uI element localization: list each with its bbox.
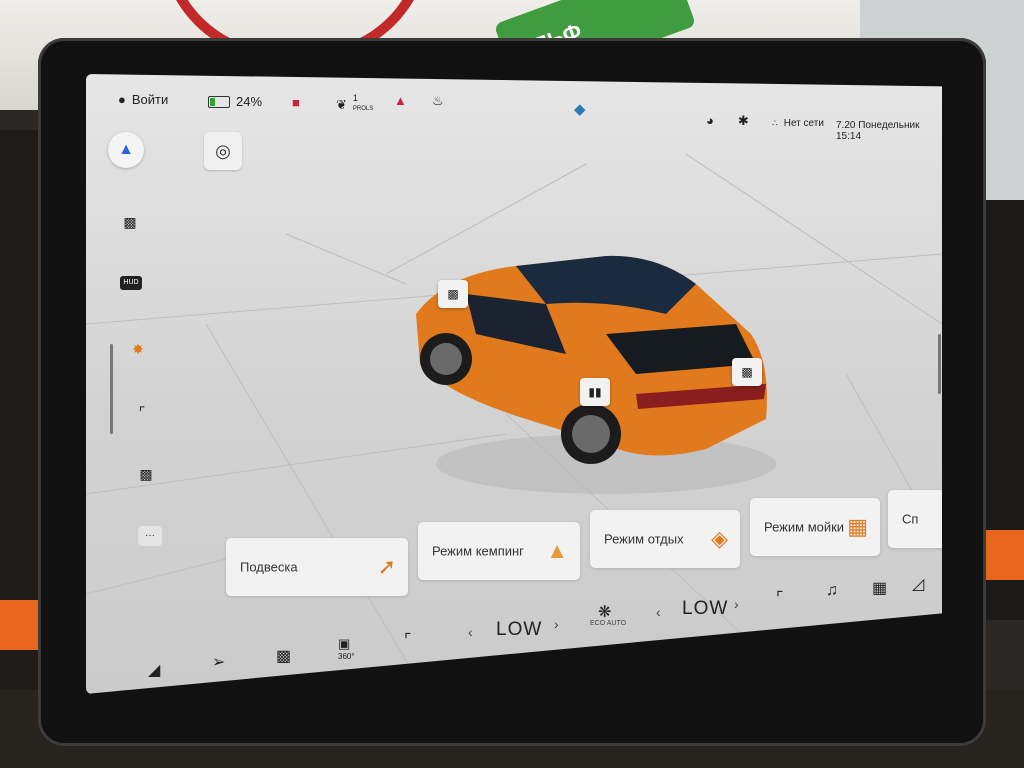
sidebar-item-seat[interactable]: ⌜ (130, 402, 154, 422)
home-icon: ◢ (148, 662, 161, 679)
focus-target-icon: ◎ (215, 141, 231, 161)
seat-left-button[interactable]: ⌜ (404, 630, 412, 650)
datetime-label: 7.20 Понедельник 15:14 (836, 120, 920, 142)
fan-left-decrease[interactable]: ‹ (468, 624, 473, 640)
no-network-icon: ∴ (772, 118, 778, 128)
app-center[interactable]: ◆ (574, 102, 586, 117)
tent-icon: ▲ (546, 538, 568, 563)
network-label: Нет сети (783, 118, 824, 129)
card-wash-mode[interactable]: Режим мойки ▦ (750, 498, 880, 556)
seat-icon: ⌜ (138, 404, 146, 420)
drive-mode-button[interactable]: ➢ (212, 652, 225, 672)
battery-status: 24% (208, 94, 262, 109)
network-status: ∴ Нет сети (772, 118, 824, 129)
fan-icon: ❋ (598, 604, 612, 621)
user-login[interactable]: ● Войти (118, 92, 168, 107)
infotainment-screen: ● Войти 24% ■ ❦ 1 PROLS ▲ ♨ ◆ ◕ ✱ ∴ Нет … (86, 74, 942, 694)
hotspot-trunk[interactable]: ▩ (732, 358, 762, 386)
car-icon: ▩ (276, 648, 292, 665)
card-label: Подвеска (240, 559, 298, 575)
bluetooth-icon: ✱ (737, 113, 749, 128)
car-door-icon: ▩ (447, 287, 459, 301)
more-icon: ··· (145, 530, 155, 541)
dashcam-status[interactable]: ■ (292, 96, 300, 109)
login-label: Войти (131, 92, 169, 107)
sidebar-item-car-doors[interactable]: ▩ (134, 464, 158, 484)
vehicle-button[interactable]: ▩ (276, 646, 291, 666)
navigation-arrow-icon: ▲ (118, 141, 134, 158)
car-lights-icon: ▩ (123, 214, 137, 230)
dashcam-icon: ■ (292, 95, 300, 110)
sidebar-item-car-lights[interactable]: ▩ (118, 212, 142, 232)
seat-icon: ⌜ (404, 632, 412, 649)
card-camping-mode[interactable]: Режим кемпинг ▲ (418, 522, 580, 580)
card-label: Режим кемпинг (432, 543, 524, 559)
bell-icon: ♨ (432, 93, 444, 108)
fan-left-level: LOW (496, 619, 543, 640)
bell-status[interactable]: ♨ (432, 94, 444, 107)
card-partial[interactable]: Сп (888, 490, 942, 548)
seat-right-button[interactable]: ⌜ (776, 588, 784, 608)
signal-icon: ◕ (706, 113, 714, 128)
alarm-light-icon: ▲ (394, 93, 407, 108)
fan-right-increase[interactable]: › (734, 596, 739, 612)
datetime: 7.20 Понедельник 15:14 (836, 120, 942, 142)
sidebar-item-hud[interactable]: HUD (120, 276, 142, 290)
pillow-icon: ◈ (711, 526, 728, 551)
fan-right-level: LOW (682, 598, 729, 619)
home-button[interactable]: ◢ (148, 660, 160, 680)
car-doors-icon: ▩ (139, 466, 153, 482)
speaker-icon: ◿ (912, 576, 925, 593)
notification-number: 1 (352, 93, 358, 103)
fan-left-increase[interactable]: › (554, 616, 559, 632)
notification-count: 1 PROLS (353, 94, 373, 114)
volume-button[interactable]: ◿ (912, 574, 924, 594)
apps-button[interactable]: ▦ (872, 578, 887, 598)
sidebar-scroll-indicator (110, 344, 113, 434)
card-suspension[interactable]: Подвеска ➚ (226, 538, 408, 596)
app-logo-icon: ◆ (574, 101, 586, 118)
hotspot-front-door[interactable]: ▩ (438, 280, 468, 308)
alarm-status[interactable]: ▲ (394, 94, 407, 107)
hotspot-charge-port[interactable]: ▮▮ (580, 378, 610, 406)
notifications[interactable]: ❦ 1 PROLS (336, 94, 373, 114)
drive-mode-icon: ➢ (212, 654, 226, 671)
connectivity-status: ◕ ✱ (706, 114, 749, 127)
sidebar-item-more[interactable]: ··· (138, 526, 162, 546)
eco-auto-label: ECO AUTO (590, 620, 627, 627)
sponge-icon: ▦ (847, 514, 868, 539)
right-scroll-indicator (938, 334, 941, 394)
suspension-icon: ➚ (377, 554, 396, 579)
trunk-icon: ▩ (741, 365, 753, 379)
charge-port-icon: ▮▮ (588, 385, 602, 399)
music-button[interactable]: ♫ (826, 582, 838, 600)
seat-icon: ⌜ (776, 590, 784, 607)
navigation-button[interactable]: ▲ (108, 132, 144, 168)
camera-360-button[interactable]: ▣ 360° (338, 636, 355, 661)
camera-360-label: 360° (338, 652, 355, 661)
user-icon: ● (118, 92, 126, 107)
battery-percent: 24% (236, 94, 263, 109)
card-rest-mode[interactable]: Режим отдых ◈ (590, 510, 740, 568)
notification-sub: PROLS (352, 106, 374, 112)
hud-icon: HUD (123, 279, 139, 286)
card-label: Сп (902, 511, 919, 527)
apps-grid-icon: ▦ (872, 580, 888, 597)
battery-icon (208, 95, 230, 108)
music-note-icon: ♫ (826, 582, 838, 599)
car-rear-rim (572, 415, 610, 453)
ambient-light-icon: ✸ (132, 341, 144, 357)
fan-right-decrease[interactable]: ‹ (656, 604, 661, 620)
leaf-icon: ❦ (336, 96, 347, 112)
card-label: Режим отдых (604, 531, 684, 547)
card-label: Режим мойки (764, 519, 845, 535)
camera-icon: ▣ (338, 636, 351, 651)
sidebar-item-ambient-light[interactable]: ✸ (126, 339, 150, 359)
car-front-rim (430, 343, 462, 375)
climate-button[interactable]: ❋ (598, 602, 611, 622)
view-focus-button[interactable]: ◎ (204, 132, 242, 170)
